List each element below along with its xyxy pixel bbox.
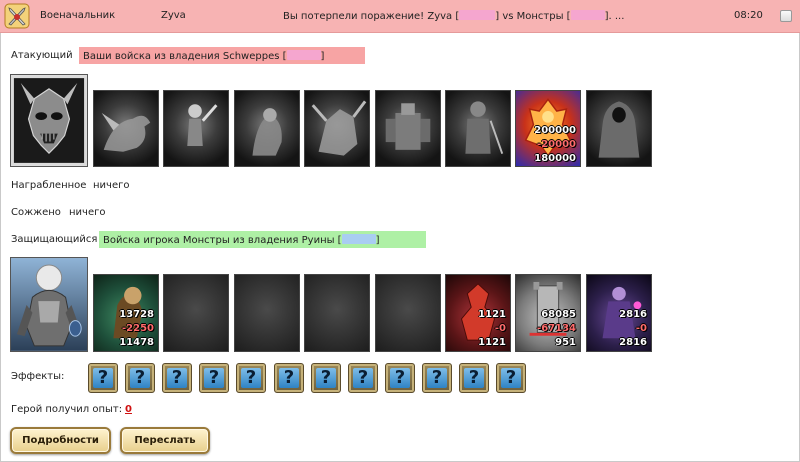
knight-unit-icon <box>465 101 504 155</box>
question-mark-icon: ? <box>93 368 113 388</box>
reaper-unit-icon <box>598 101 640 158</box>
unknown-effect-icon[interactable]: ? <box>274 363 304 393</box>
question-mark-icon: ? <box>279 368 299 388</box>
player-name[interactable]: Zyva <box>161 10 186 21</box>
unknown-effect-icon[interactable]: ? <box>88 363 118 393</box>
unknown-effect-icon[interactable]: ? <box>125 363 155 393</box>
experience-label: Герой получил опыт: <box>11 404 123 415</box>
crossed-swords-icon <box>4 3 30 29</box>
unit-lost-count: -2250 <box>122 323 154 334</box>
demon-skull-hero-icon <box>11 75 87 166</box>
unit-remaining-count: 951 <box>555 337 576 348</box>
unit-initial-count: 2816 <box>619 309 647 320</box>
unknown-effect-icon[interactable]: ? <box>459 363 489 393</box>
unknown-effect-icon[interactable]: ? <box>496 363 526 393</box>
subject-prefix: Вы потерпели поражение! Zyva [ <box>283 11 460 22</box>
unknown-effect-icon[interactable]: ? <box>236 363 266 393</box>
golem-unit-icon <box>385 103 431 150</box>
looted-label: Награбленное <box>11 180 87 191</box>
unit-slot[interactable] <box>304 90 370 167</box>
unit-initial-count: 68085 <box>541 309 576 320</box>
select-checkbox[interactable] <box>780 10 792 22</box>
unit-slot[interactable] <box>586 90 652 167</box>
effects-label: Эффекты: <box>11 371 65 382</box>
unknown-effect-icon[interactable]: ? <box>385 363 415 393</box>
unit-lost-count: -20000 <box>537 139 576 150</box>
skeleton-warrior-unit-icon <box>187 104 218 146</box>
attacker-banner-suffix: ] <box>320 51 325 62</box>
empty-unit-slot <box>375 274 441 352</box>
unit-slot[interactable]: 1121 -0 1121 <box>445 274 511 352</box>
attacker-label: Атакующий <box>11 50 73 61</box>
question-mark-icon: ? <box>427 368 447 388</box>
defender-banner-suffix: ] <box>375 235 380 246</box>
unit-remaining-count: 11478 <box>119 337 154 348</box>
question-mark-icon: ? <box>167 368 187 388</box>
unit-slot[interactable] <box>445 90 511 167</box>
subject-middle: ] vs Монстры [ <box>495 11 571 22</box>
unknown-effect-icon[interactable]: ? <box>348 363 378 393</box>
message-header-row[interactable]: Военачальник Zyva Вы потерпели поражение… <box>0 0 800 33</box>
burned-value: ничего <box>69 207 106 218</box>
attacker-banner: Ваши войска из владения Schweppes [] <box>79 47 365 64</box>
unit-slot[interactable]: 2816 -0 2816 <box>586 274 652 352</box>
question-mark-icon: ? <box>464 368 484 388</box>
unit-slot[interactable]: 200000 -20000 180000 <box>515 90 581 167</box>
dragon-unit-icon <box>101 112 151 152</box>
unit-slot[interactable] <box>93 90 159 167</box>
message-time: 08:20 <box>734 10 763 21</box>
redacted-coordinates <box>341 234 376 244</box>
empty-unit-slot <box>304 274 370 352</box>
unit-remaining-count: 1121 <box>478 337 506 348</box>
question-mark-icon: ? <box>501 368 521 388</box>
attacker-banner-text: Ваши войска из владения Schweppes [ <box>83 51 287 62</box>
question-mark-icon: ? <box>130 368 150 388</box>
bone-dragon-unit-icon <box>311 100 367 156</box>
unit-initial-count: 200000 <box>534 125 576 136</box>
defender-label: Защищающийся <box>11 234 98 245</box>
unit-initial-count: 1121 <box>478 309 506 320</box>
unknown-effect-icon[interactable]: ? <box>311 363 341 393</box>
ghoul-unit-icon <box>252 108 282 156</box>
unit-remaining-count: 180000 <box>534 153 576 164</box>
unit-initial-count: 13728 <box>119 309 154 320</box>
redacted-coordinates <box>459 10 496 20</box>
unknown-effect-icon[interactable]: ? <box>162 363 192 393</box>
empty-unit-slot <box>234 274 300 352</box>
armored-warrior-hero-icon <box>11 258 87 351</box>
burned-label: Сожжено <box>11 207 61 218</box>
unit-lost-count: -0 <box>494 323 506 334</box>
empty-unit-slot <box>163 274 229 352</box>
unit-lost-count: -0 <box>635 323 647 334</box>
question-mark-icon: ? <box>390 368 410 388</box>
looted-value: ничего <box>93 180 130 191</box>
question-mark-icon: ? <box>353 368 373 388</box>
subject-suffix: ]. ... <box>604 11 625 22</box>
unit-slot[interactable]: 13728 -2250 11478 <box>93 274 159 352</box>
question-mark-icon: ? <box>316 368 336 388</box>
defender-banner: Войска игрока Монстры из владения Руины … <box>99 231 426 248</box>
attacker-hero-portrait[interactable] <box>10 74 88 167</box>
question-mark-icon: ? <box>204 368 224 388</box>
defender-banner-text: Войска игрока Монстры из владения Руины … <box>103 235 342 246</box>
redacted-coordinates <box>286 50 321 60</box>
message-subject[interactable]: Вы потерпели поражение! Zyva [ ] vs Монст… <box>283 10 624 22</box>
experience-value[interactable]: 0 <box>125 404 132 415</box>
question-mark-icon: ? <box>241 368 261 388</box>
unit-slot[interactable] <box>163 90 229 167</box>
unknown-effect-icon[interactable]: ? <box>199 363 229 393</box>
unit-slot[interactable] <box>375 90 441 167</box>
sender-name: Военачальник <box>40 10 116 21</box>
unit-slot[interactable]: 68085 -67134 951 <box>515 274 581 352</box>
unit-remaining-count: 2816 <box>619 337 647 348</box>
unit-lost-count: -67134 <box>537 323 576 334</box>
unknown-effect-icon[interactable]: ? <box>422 363 452 393</box>
defender-hero-portrait[interactable] <box>10 257 88 352</box>
unit-slot[interactable] <box>234 90 300 167</box>
details-button[interactable]: Подробности <box>10 427 111 454</box>
forward-button[interactable]: Переслать <box>120 427 210 454</box>
redacted-coordinates <box>570 10 605 20</box>
